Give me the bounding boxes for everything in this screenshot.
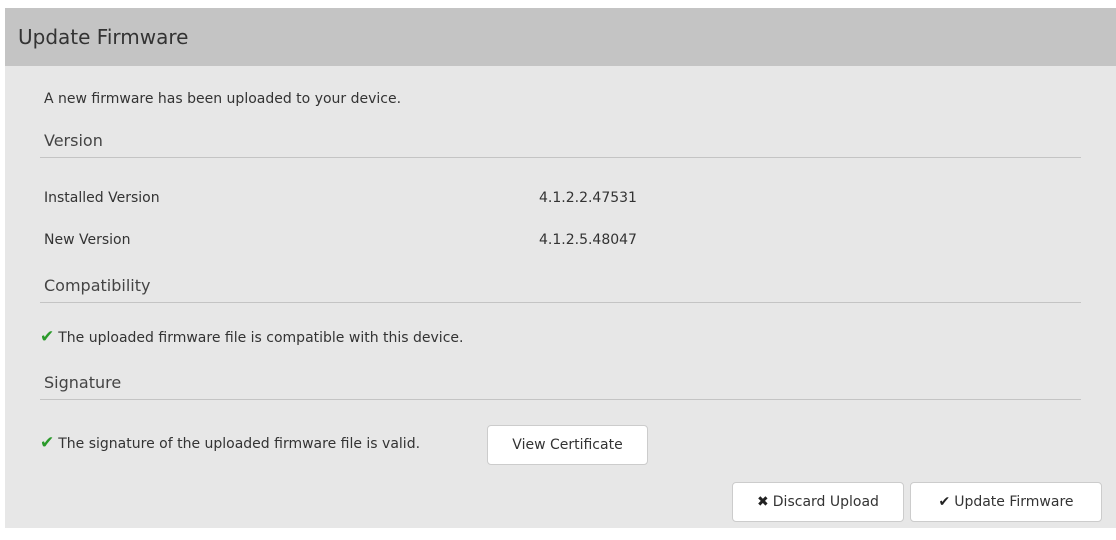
compatibility-status: ✔ The uploaded firmware file is compatib… [40, 329, 463, 346]
installed-version-label: Installed Version [44, 190, 160, 206]
discard-upload-label: Discard Upload [772, 494, 879, 510]
compatibility-heading: Compatibility [40, 271, 1081, 303]
signature-status-text: The signature of the uploaded firmware f… [58, 435, 421, 452]
x-icon: ✖ [757, 494, 769, 510]
update-firmware-button[interactable]: ✔ Update Firmware [910, 482, 1102, 522]
installed-version-value: 4.1.2.2.47531 [539, 190, 637, 206]
version-heading: Version [40, 126, 1081, 158]
signature-status: ✔ The signature of the uploaded firmware… [40, 435, 420, 452]
update-firmware-panel: Update Firmware A new firmware has been … [5, 8, 1116, 528]
update-firmware-label: Update Firmware [954, 494, 1074, 510]
panel-header: Update Firmware [5, 8, 1116, 66]
page-title: Update Firmware [18, 25, 189, 49]
view-certificate-label: View Certificate [512, 437, 623, 453]
signature-heading: Signature [40, 368, 1081, 400]
view-certificate-button[interactable]: View Certificate [487, 425, 648, 465]
check-icon: ✔ [40, 433, 55, 453]
new-version-label: New Version [44, 232, 131, 248]
check-icon: ✔ [40, 327, 55, 347]
check-icon: ✔ [938, 494, 951, 510]
intro-text: A new firmware has been uploaded to your… [44, 91, 402, 107]
discard-upload-button[interactable]: ✖ Discard Upload [732, 482, 904, 522]
compatibility-status-text: The uploaded firmware file is compatible… [58, 329, 464, 346]
new-version-value: 4.1.2.5.48047 [539, 232, 637, 248]
